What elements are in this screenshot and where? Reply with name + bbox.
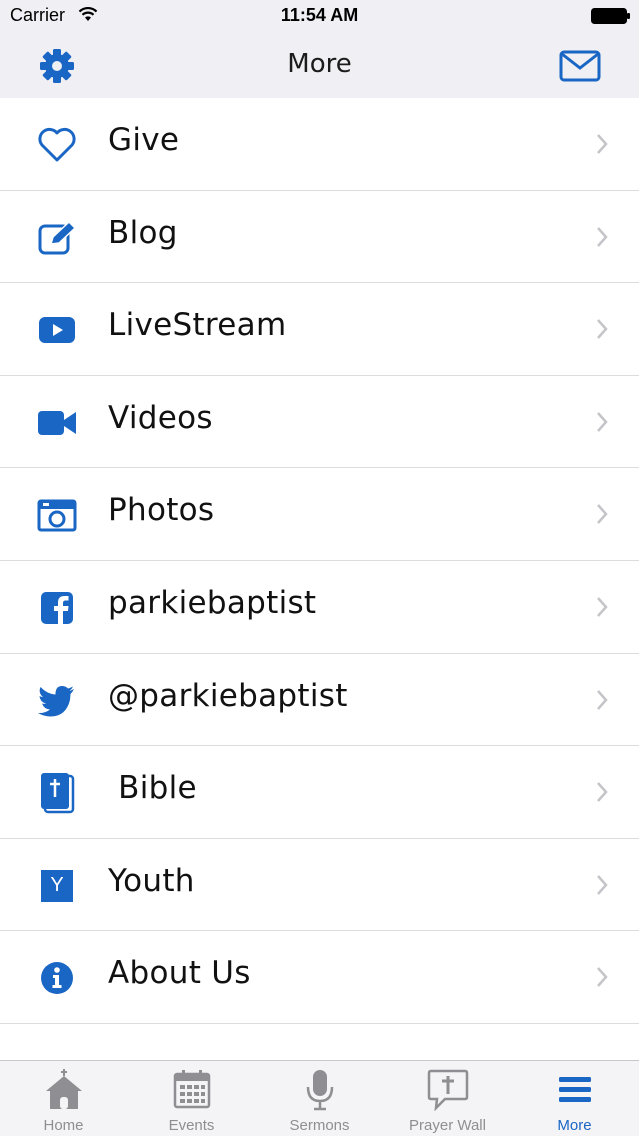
battery-icon <box>591 8 631 28</box>
chevron-right-icon <box>595 689 609 715</box>
heart-icon <box>36 124 78 166</box>
tab-label: Prayer Wall <box>409 1117 486 1134</box>
calendar-icon <box>128 1069 255 1109</box>
microphone-icon <box>256 1069 383 1111</box>
tab-label: Home <box>43 1117 84 1134</box>
info-icon <box>36 957 78 999</box>
chevron-right-icon <box>595 781 609 807</box>
tab-label: Events <box>168 1117 215 1134</box>
menu-item-label: Youth <box>108 862 195 899</box>
menu-item-label: Photos <box>108 492 215 529</box>
tab-prayer-wall[interactable]: Prayer Wall <box>384 1061 511 1136</box>
menu-item-label: Videos <box>108 399 213 436</box>
menu-icon <box>511 1069 638 1109</box>
more-menu-list: Give Blog LiveStream Videos Photos parki… <box>0 98 639 1024</box>
menu-item-videos[interactable]: Videos <box>0 375 639 469</box>
menu-item-label: Blog <box>108 214 178 251</box>
menu-item-photos[interactable]: Photos <box>0 468 639 561</box>
menu-item-twitter[interactable]: @parkiebaptist <box>0 653 639 747</box>
chevron-right-icon <box>595 596 609 622</box>
menu-item-facebook[interactable]: parkiebaptist <box>0 560 639 654</box>
chevron-right-icon <box>595 503 609 529</box>
tab-bar: Home Events Sermons Prayer Wall More <box>0 1060 639 1136</box>
facebook-icon <box>36 587 78 629</box>
tab-events[interactable]: Events <box>128 1061 255 1136</box>
menu-item-label: LiveStream <box>108 307 287 344</box>
youth-icon: Y <box>36 865 78 907</box>
menu-item-bible[interactable]: Bible <box>0 746 639 839</box>
navigation-bar: More <box>0 32 639 98</box>
camera-icon <box>36 494 78 536</box>
menu-item-livestream[interactable]: LiveStream <box>0 283 639 376</box>
menu-item-give[interactable]: Give <box>0 98 639 191</box>
tab-sermons[interactable]: Sermons <box>256 1061 383 1136</box>
chevron-right-icon <box>595 411 609 437</box>
menu-item-label: @parkiebaptist <box>108 677 348 714</box>
mail-button[interactable] <box>559 50 601 82</box>
chevron-right-icon <box>595 874 609 900</box>
tab-label: Sermons <box>289 1117 350 1134</box>
menu-item-label: Give <box>108 122 180 158</box>
chevron-right-icon <box>595 226 609 252</box>
menu-item-label: Bible <box>108 770 197 807</box>
page-title: More <box>287 49 352 79</box>
tab-more[interactable]: More <box>511 1061 638 1136</box>
tab-label: More <box>557 1117 592 1134</box>
chevron-right-icon <box>595 966 609 992</box>
menu-item-label: About Us <box>108 955 251 992</box>
status-time: 11:54 AM <box>280 5 359 25</box>
status-bar: Carrier 11:54 AM <box>0 0 639 32</box>
chevron-right-icon <box>595 133 609 159</box>
mail-icon <box>559 50 601 82</box>
menu-item-about-us[interactable]: About Us <box>0 931 639 1024</box>
church-icon <box>0 1069 127 1111</box>
menu-item-blog[interactable]: Blog <box>0 190 639 284</box>
tab-home[interactable]: Home <box>0 1061 127 1136</box>
video-camera-icon <box>36 402 78 444</box>
prayer-icon <box>384 1069 511 1111</box>
menu-item-label: parkiebaptist <box>108 584 317 621</box>
chevron-right-icon <box>595 318 609 344</box>
menu-item-youth[interactable]: Y Youth <box>0 838 639 932</box>
edit-icon <box>36 217 78 259</box>
youtube-play-icon <box>36 309 78 351</box>
bible-icon <box>36 772 78 814</box>
youth-icon-letter: Y <box>41 869 73 902</box>
twitter-icon <box>36 680 78 722</box>
